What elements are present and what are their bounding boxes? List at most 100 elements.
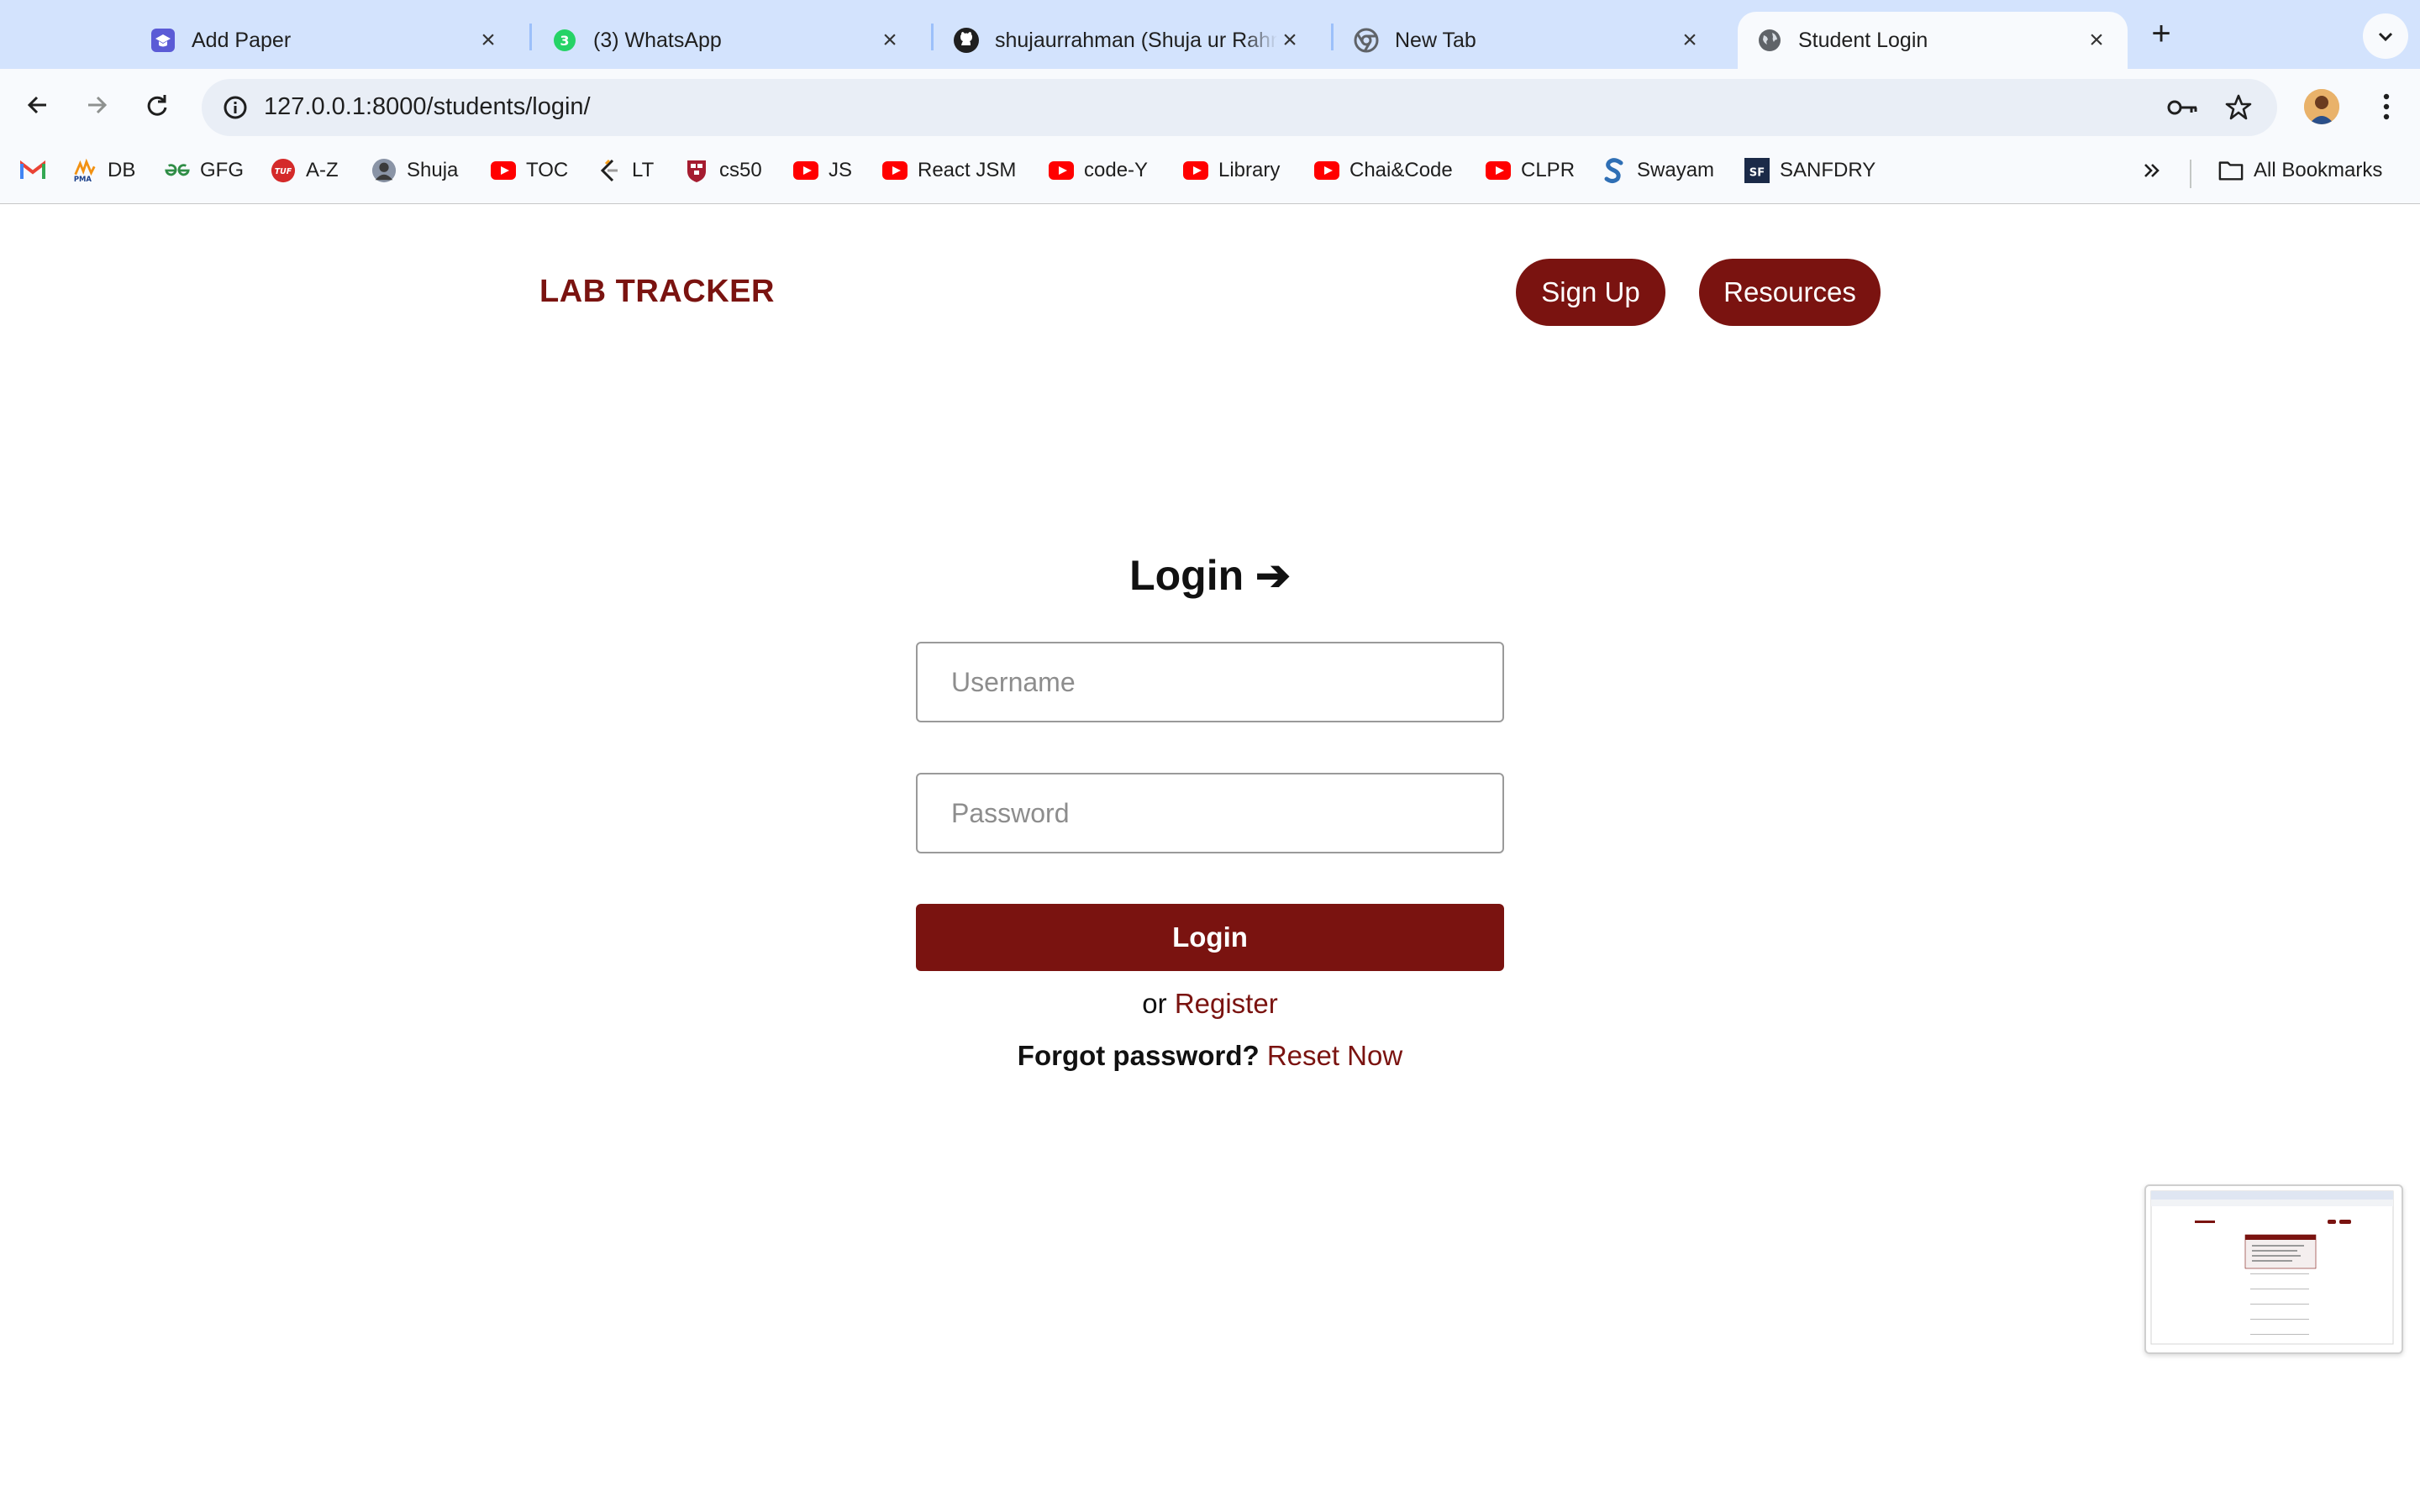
profile-avatar[interactable]: [2304, 89, 2339, 124]
youtube-icon: [1049, 158, 1074, 183]
register-line: or Register: [0, 988, 2420, 1020]
register-link[interactable]: Register: [1175, 988, 1278, 1019]
password-input[interactable]: [916, 773, 1504, 853]
sign-up-button[interactable]: Sign Up: [1516, 259, 1665, 326]
bookmark-label: Shuja: [407, 159, 459, 181]
tab-whatsapp[interactable]: 3 (3) WhatsApp ×: [533, 12, 921, 69]
bookmark-label: GFG: [200, 159, 244, 181]
address-bar[interactable]: 127.0.0.1:8000/students/login/: [202, 79, 2277, 136]
bookmark-js[interactable]: JS: [793, 156, 852, 185]
reload-button[interactable]: [136, 84, 178, 126]
folder-icon: [2218, 158, 2244, 183]
close-icon[interactable]: ×: [1277, 26, 1302, 54]
close-icon[interactable]: ×: [877, 26, 902, 54]
tab-student-login[interactable]: Student Login ×: [1738, 12, 2128, 69]
arrow-right-icon: [88, 96, 108, 114]
bookmarks-bar: PMA DB GFG TUF A-Z Shuja TOC LT cs50 JS …: [0, 138, 2420, 204]
bookmark-clpr[interactable]: CLPR: [1486, 156, 1575, 185]
sanfoundry-icon: SF: [1744, 158, 1770, 183]
password-key-icon[interactable]: [2165, 89, 2202, 126]
all-bookmarks[interactable]: All Bookmarks: [2218, 156, 2382, 185]
bookmark-label: Library: [1218, 159, 1281, 181]
tab-divider: [931, 24, 934, 50]
chevron-down-icon: [2378, 32, 2393, 42]
back-button[interactable]: [17, 84, 59, 126]
new-tab-button[interactable]: +: [2144, 17, 2178, 52]
arrow-left-icon: [27, 96, 46, 114]
globe-icon: [1756, 27, 1783, 54]
more-menu-icon[interactable]: [2370, 89, 2403, 124]
resources-button[interactable]: Resources: [1699, 259, 1881, 326]
bookmark-label: SANFDRY: [1780, 159, 1876, 181]
bookmark-shuja[interactable]: Shuja: [371, 156, 458, 185]
url-text[interactable]: 127.0.0.1:8000/students/login/: [264, 93, 591, 121]
tab-search-button[interactable]: [2363, 13, 2408, 59]
tab-add-paper[interactable]: Add Paper ×: [131, 12, 519, 69]
tab-title: Add Paper: [192, 28, 292, 52]
svg-text:SF: SF: [1749, 167, 1765, 180]
or-text: or: [1142, 988, 1167, 1019]
bookmarks-overflow-icon[interactable]: [2141, 156, 2163, 185]
svg-text:PMA: PMA: [74, 175, 92, 183]
youtube-icon: [1314, 158, 1339, 183]
bookmark-label: TOC: [526, 159, 569, 181]
bookmark-a-z[interactable]: TUF A-Z: [271, 156, 339, 185]
bookmark-label: A-Z: [306, 159, 339, 181]
bookmark-lt[interactable]: LT: [597, 156, 654, 185]
bookmark-code-y[interactable]: code-Y: [1049, 156, 1148, 185]
login-button[interactable]: Login: [916, 904, 1504, 971]
forgot-password-text: Forgot password?: [1017, 1040, 1260, 1071]
bookmark-db[interactable]: PMA DB: [72, 156, 135, 185]
swayam-icon: [1602, 158, 1627, 183]
svg-text:TUF: TUF: [275, 167, 292, 176]
reset-now-link[interactable]: Reset Now: [1267, 1040, 1402, 1071]
page-preview-thumbnail[interactable]: [2144, 1184, 2403, 1354]
bookmark-library[interactable]: Library: [1183, 156, 1280, 185]
tab-title: (3) WhatsApp: [593, 28, 722, 52]
graduation-cap-icon: [150, 27, 176, 54]
bookmark-label: Swayam: [1637, 159, 1715, 181]
bookmark-gmail[interactable]: [20, 156, 55, 185]
gfg-icon: [165, 158, 190, 183]
close-icon[interactable]: ×: [2084, 26, 2109, 54]
bookmark-label: JS: [829, 159, 853, 181]
brand-logo[interactable]: LAB TRACKER: [539, 274, 775, 310]
youtube-icon: [793, 158, 818, 183]
tab-new-tab[interactable]: New Tab ×: [1334, 12, 1721, 69]
bookmark-gfg[interactable]: GFG: [165, 156, 244, 185]
close-icon[interactable]: ×: [476, 26, 501, 54]
shuja-avatar-icon: [371, 158, 397, 183]
youtube-icon: [1183, 158, 1208, 183]
close-icon[interactable]: ×: [1677, 26, 1702, 54]
bookmark-label: cs50: [719, 159, 762, 181]
tuf-icon: TUF: [271, 158, 296, 183]
tab-title: New Tab: [1395, 28, 1476, 52]
bookmark-label: code-Y: [1084, 159, 1149, 181]
tab-divider: [529, 24, 532, 50]
bookmark-cs50[interactable]: cs50: [684, 156, 762, 185]
username-input[interactable]: [916, 642, 1504, 722]
site-info-icon[interactable]: [213, 86, 257, 129]
bookmark-label: React JSM: [918, 159, 1017, 181]
tab-github[interactable]: shujaurrahman (Shuja ur Rahman) ×: [934, 12, 1321, 69]
bookmark-label: CLPR: [1521, 159, 1576, 181]
whatsapp-icon: 3: [551, 27, 578, 54]
harvard-shield-icon: [684, 158, 709, 183]
all-bookmarks-label: All Bookmarks: [2254, 159, 2383, 181]
bookmark-chai-code[interactable]: Chai&Code: [1314, 156, 1453, 185]
forgot-password-line: Forgot password? Reset Now: [0, 1040, 2420, 1072]
forward-button[interactable]: [76, 84, 118, 126]
bookmark-swayam[interactable]: Swayam: [1602, 156, 1714, 185]
bookmark-sanfdry[interactable]: SF SANFDRY: [1744, 156, 1876, 185]
chrome-icon: [1353, 27, 1380, 54]
pma-icon: PMA: [72, 158, 97, 183]
bookmark-label: Chai&Code: [1349, 159, 1453, 181]
gmail-icon: [20, 158, 45, 183]
bookmark-label: LT: [632, 159, 655, 181]
bookmark-star-icon[interactable]: [2220, 89, 2257, 126]
youtube-icon: [1486, 158, 1511, 183]
bookmark-react-jsm[interactable]: React JSM: [882, 156, 1016, 185]
tab-title: Student Login: [1798, 28, 1928, 52]
bookmark-toc[interactable]: TOC: [491, 156, 568, 185]
tab-strip: Add Paper × 3 (3) WhatsApp × shujaurrahm…: [0, 0, 2420, 69]
